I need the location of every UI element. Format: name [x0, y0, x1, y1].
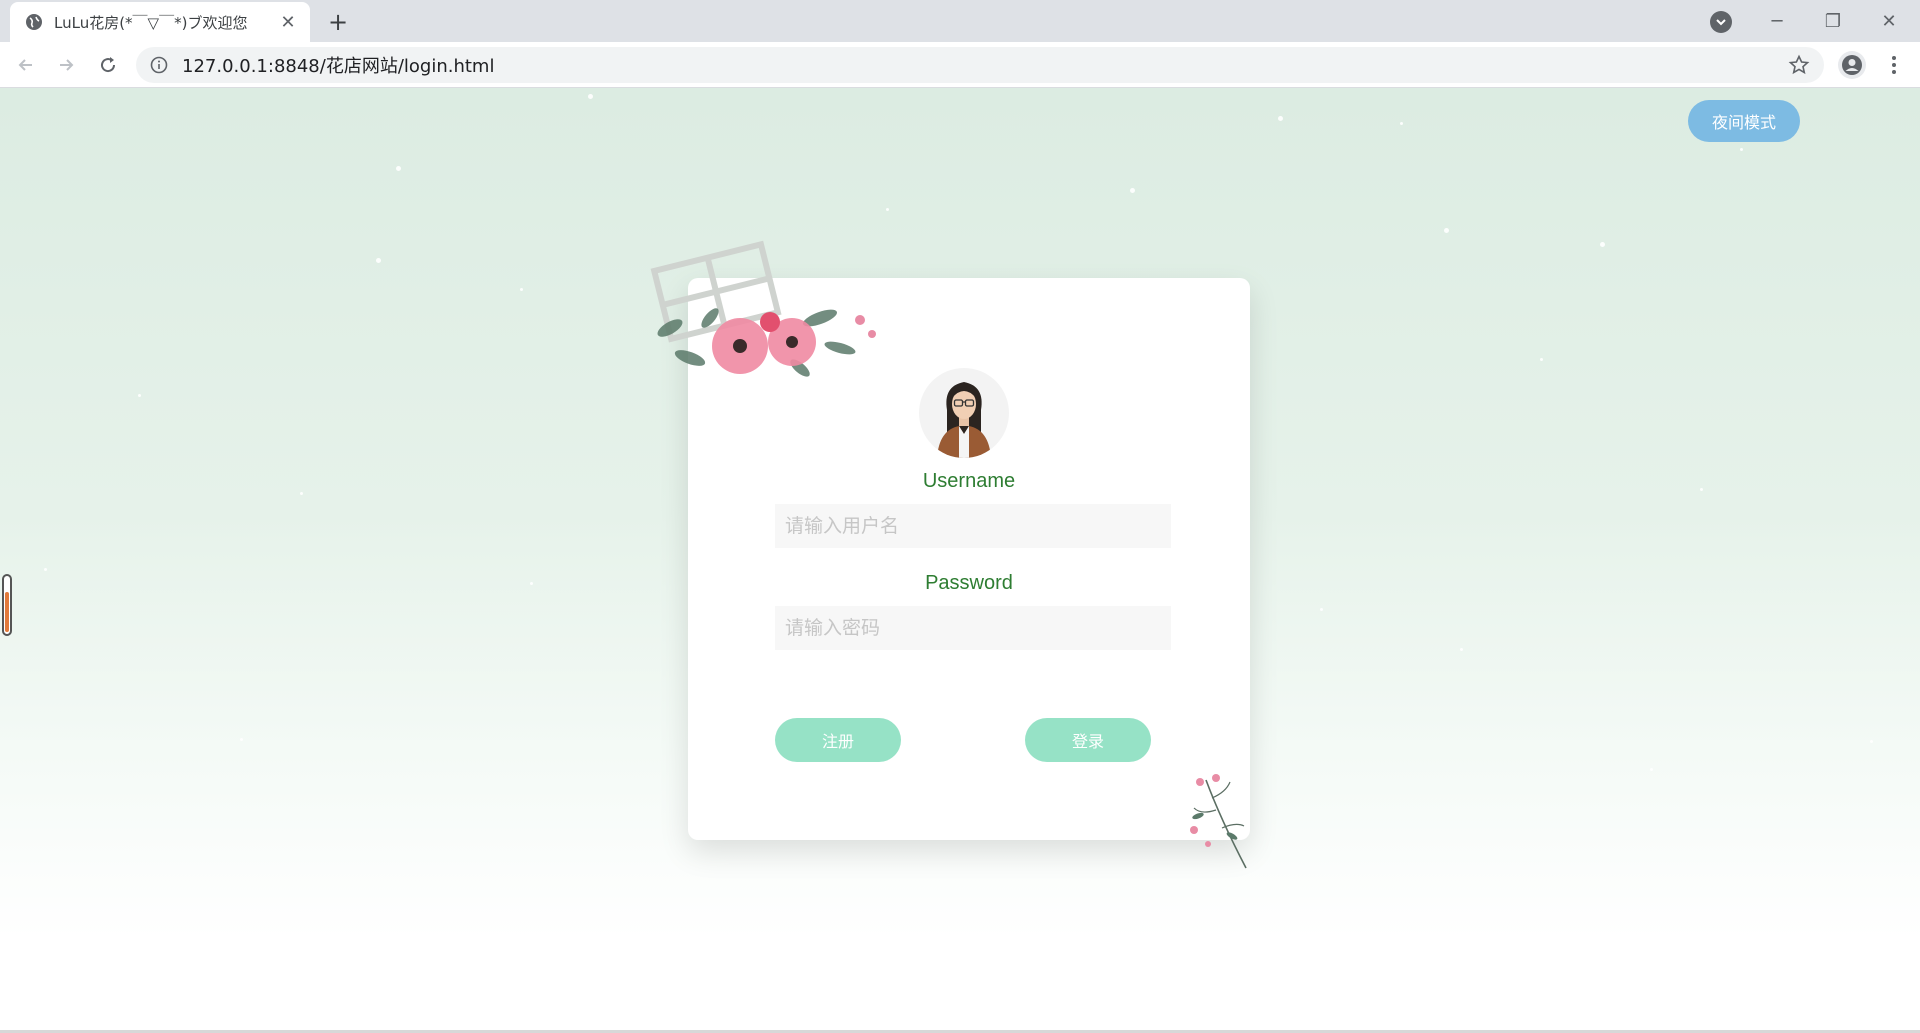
side-scroll-indicator[interactable] — [2, 574, 12, 636]
snow-dot — [1130, 188, 1135, 193]
address-bar[interactable]: 127.0.0.1:8848/花店网站/login.html — [136, 47, 1824, 83]
snow-dot — [300, 492, 303, 495]
snow-dot — [886, 208, 889, 211]
browser-toolbar: 127.0.0.1:8848/花店网站/login.html — [0, 42, 1920, 88]
browser-tab[interactable]: LuLu花房(*￣▽￣*)ブ欢迎您 ✕ — [10, 2, 310, 42]
snow-dot — [1650, 768, 1653, 771]
snow-dot — [1600, 242, 1605, 247]
reload-icon[interactable] — [94, 51, 122, 79]
scroll-indicator-fill — [5, 592, 9, 632]
snow-dot — [520, 288, 523, 291]
username-input[interactable] — [775, 504, 1171, 548]
globe-icon — [24, 12, 44, 32]
forward-icon[interactable] — [52, 51, 80, 79]
sprig-decoration-icon — [1190, 774, 1247, 869]
bookmark-star-icon[interactable] — [1788, 54, 1810, 76]
snow-dot — [396, 166, 401, 171]
back-icon[interactable] — [12, 51, 40, 79]
register-button[interactable]: 注册 — [775, 718, 901, 762]
snow-dot — [1700, 488, 1703, 491]
url-text: 127.0.0.1:8848/花店网站/login.html — [182, 56, 495, 77]
menu-kebab-icon[interactable] — [1880, 51, 1908, 79]
snow-dot — [588, 94, 593, 99]
close-tab-icon[interactable]: ✕ — [278, 12, 298, 33]
password-input[interactable] — [775, 606, 1171, 650]
snow-dot — [1320, 608, 1323, 611]
restore-icon[interactable]: ❐ — [1810, 6, 1856, 36]
site-info-icon[interactable] — [150, 56, 168, 74]
profile-avatar-icon[interactable] — [1838, 51, 1866, 79]
page-viewport: 夜间模式 Username Password 注册 登录 — [0, 88, 1920, 1033]
browser-tabstrip: LuLu花房(*￣▽￣*)ブ欢迎您 ✕ + ─ ❐ ✕ — [0, 0, 1920, 42]
night-mode-button[interactable]: 夜间模式 — [1688, 100, 1800, 142]
snow-dot — [1870, 740, 1873, 743]
flower-decoration-icon — [650, 240, 876, 377]
snow-dot — [240, 738, 243, 741]
snow-dot — [1540, 358, 1543, 361]
snow-dot — [530, 582, 533, 585]
username-label: Username — [922, 470, 1016, 492]
new-tab-icon[interactable]: + — [324, 8, 352, 36]
snow-dot — [1740, 148, 1743, 151]
snow-dot — [1444, 228, 1449, 233]
snow-dot — [1278, 116, 1283, 121]
snow-dot — [138, 394, 141, 397]
user-avatar — [919, 368, 1009, 458]
snow-dot — [376, 258, 381, 263]
window-close-icon[interactable]: ✕ — [1866, 6, 1912, 36]
woman-avatar-icon — [937, 382, 991, 458]
login-button[interactable]: 登录 — [1025, 718, 1151, 762]
tab-title: LuLu花房(*￣▽￣*)ブ欢迎您 — [54, 13, 248, 32]
snow-dot — [1400, 122, 1403, 125]
snow-dot — [1460, 648, 1463, 651]
minimize-icon[interactable]: ─ — [1754, 6, 1800, 36]
snow-dot — [44, 568, 47, 571]
password-label: Password — [925, 572, 1013, 594]
tab-search-icon[interactable] — [1710, 11, 1732, 33]
